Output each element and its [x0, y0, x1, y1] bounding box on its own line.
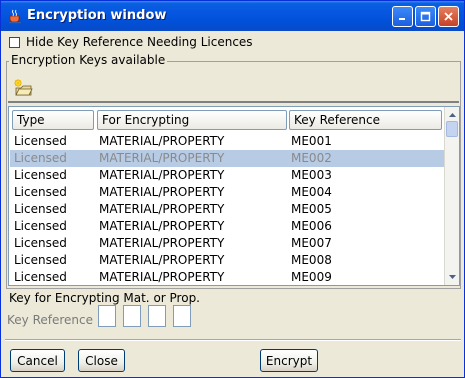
maximize-icon — [420, 11, 431, 22]
key-reference-box-2[interactable] — [123, 305, 141, 327]
minimize-button[interactable] — [392, 6, 413, 27]
encrypt-button[interactable]: Encrypt — [260, 349, 318, 372]
column-header-for-encrypting[interactable]: For Encrypting — [97, 110, 287, 130]
table-row[interactable]: Licensed MATERIAL/PROPERTY ME007 — [10, 235, 448, 252]
key-reference-box-1[interactable] — [98, 305, 116, 327]
cell-type: Licensed — [14, 168, 67, 182]
keys-toolbar — [8, 71, 459, 103]
minimize-icon — [399, 18, 405, 20]
close-window-button[interactable] — [438, 6, 459, 27]
open-folder-icon[interactable] — [12, 78, 34, 98]
encryption-keys-group-title: Encryption Keys available — [9, 53, 168, 67]
cell-type: Licensed — [14, 151, 67, 165]
cell-type: Licensed — [14, 253, 67, 267]
key-reference-box-3[interactable] — [148, 305, 166, 327]
key-reference-label: Key Reference — [7, 313, 93, 327]
cell-for-encrypting: MATERIAL/PROPERTY — [99, 202, 225, 216]
table-row[interactable]: Licensed MATERIAL/PROPERTY ME008 — [10, 252, 448, 269]
cell-key-reference: ME004 — [291, 185, 332, 199]
scroll-down-icon[interactable] — [446, 272, 458, 282]
title-bar[interactable]: Encryption window — [1, 1, 464, 31]
scroll-up-icon[interactable] — [446, 110, 458, 120]
cell-key-reference: ME008 — [291, 253, 332, 267]
key-section-title: Key for Encrypting Mat. or Prop. — [9, 291, 200, 305]
cell-type: Licensed — [14, 219, 67, 233]
maximize-button[interactable] — [415, 6, 436, 27]
cell-for-encrypting: MATERIAL/PROPERTY — [99, 270, 225, 284]
hide-key-reference-label: Hide Key Reference Needing Licences — [26, 35, 253, 49]
window-title: Encryption window — [27, 8, 167, 23]
cell-key-reference: ME002 — [291, 151, 332, 165]
cell-type: Licensed — [14, 236, 67, 250]
cell-for-encrypting: MATERIAL/PROPERTY — [99, 151, 225, 165]
table-row[interactable]: Licensed MATERIAL/PROPERTY ME001 — [10, 133, 448, 150]
key-reference-box-4[interactable] — [173, 305, 191, 327]
cell-for-encrypting: MATERIAL/PROPERTY — [99, 236, 225, 250]
table-row[interactable]: Licensed MATERIAL/PROPERTY ME003 — [10, 167, 448, 184]
scroll-thumb[interactable] — [446, 121, 458, 137]
column-header-type[interactable]: Type — [12, 110, 94, 130]
cell-type: Licensed — [14, 202, 67, 216]
encryption-window: Encryption window Hide Key Reference Nee… — [0, 0, 465, 378]
encryption-keys-table: Type For Encrypting Key Reference Licens… — [8, 106, 460, 286]
close-button[interactable]: Close — [78, 349, 125, 372]
cell-for-encrypting: MATERIAL/PROPERTY — [99, 219, 225, 233]
cell-key-reference: ME005 — [291, 202, 332, 216]
cell-for-encrypting: MATERIAL/PROPERTY — [99, 185, 225, 199]
cell-type: Licensed — [14, 134, 67, 148]
cell-for-encrypting: MATERIAL/PROPERTY — [99, 168, 225, 182]
table-row[interactable]: Licensed MATERIAL/PROPERTY ME009 — [10, 269, 448, 285]
table-row[interactable]: Licensed MATERIAL/PROPERTY ME004 — [10, 184, 448, 201]
table-row[interactable]: Licensed MATERIAL/PROPERTY ME002 — [10, 150, 448, 167]
cell-key-reference: ME006 — [291, 219, 332, 233]
hide-key-reference-checkbox[interactable] — [9, 36, 20, 48]
table-row[interactable]: Licensed MATERIAL/PROPERTY ME006 — [10, 218, 448, 235]
cancel-button[interactable]: Cancel — [10, 349, 65, 372]
button-separator — [5, 339, 461, 341]
java-cup-icon — [7, 8, 23, 24]
close-icon — [444, 12, 453, 21]
table-body: Licensed MATERIAL/PROPERTY ME001 Licensed MA… — [10, 133, 448, 285]
cell-key-reference: ME009 — [291, 270, 332, 284]
column-header-key-reference[interactable]: Key Reference — [289, 110, 442, 130]
table-row[interactable]: Licensed MATERIAL/PROPERTY ME005 — [10, 201, 448, 218]
cell-key-reference: ME003 — [291, 168, 332, 182]
cell-for-encrypting: MATERIAL/PROPERTY — [99, 253, 225, 267]
table-vertical-scrollbar[interactable] — [444, 107, 459, 285]
cell-for-encrypting: MATERIAL/PROPERTY — [99, 134, 225, 148]
cell-type: Licensed — [14, 270, 67, 284]
cell-type: Licensed — [14, 185, 67, 199]
hide-key-reference-option[interactable]: Hide Key Reference Needing Licences — [9, 35, 253, 49]
cell-key-reference: ME007 — [291, 236, 332, 250]
cell-key-reference: ME001 — [291, 134, 332, 148]
